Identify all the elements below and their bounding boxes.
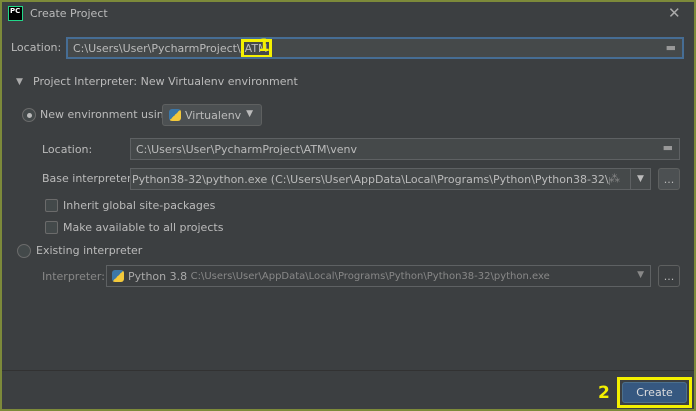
new-env-radio[interactable] [22,108,36,122]
loading-spinner-icon: ⁂ [609,172,620,185]
folder-icon[interactable]: ▬ [663,141,673,154]
python-icon [112,270,124,282]
existing-interpreter-radio[interactable] [17,244,31,258]
create-button[interactable]: Create [622,382,687,403]
base-interpreter-value: Python38-32\python.exe (C:\Users\User\Ap… [132,172,610,186]
existing-interpreter-label: Existing interpreter [36,244,143,257]
venv-location-input[interactable]: C:\Users\User\PycharmProject\ATM\venv ▬ [130,138,680,160]
annotation-2: 2 [598,383,610,403]
interpreter-label: Interpreter: [42,270,105,283]
interpreter-path: C:\Users\User\AppData\Local\Programs\Pyt… [190,270,550,282]
venv-location-value: C:\Users\User\PycharmProject\ATM\venv [136,142,358,156]
available-label: Make available to all projects [63,221,224,234]
env-tool-dropdown[interactable]: Virtualenv ▼ [162,104,262,126]
new-env-label: New environment using [40,108,171,121]
inherit-checkbox[interactable] [45,199,58,212]
python-icon [169,109,181,121]
chevron-down-icon[interactable]: ▼ [630,169,650,189]
chevron-down-icon: ▼ [637,270,644,280]
base-interpreter-select[interactable]: Python38-32\python.exe (C:\Users\User\Ap… [130,168,651,190]
chevron-down-icon: ▼ [246,109,253,119]
section-title[interactable]: Project Interpreter: New Virtualenv envi… [33,75,298,88]
inherit-label: Inherit global site-packages [63,199,216,212]
location-label: Location: [11,41,62,54]
base-interpreter-browse-button[interactable]: ... [658,168,680,190]
footer-divider [2,370,694,371]
collapse-triangle-icon[interactable]: ▼ [16,77,23,87]
close-icon[interactable]: ✕ [668,4,681,22]
interpreter-select[interactable]: Python 3.8 C:\Users\User\AppData\Local\P… [106,265,651,287]
venv-location-label: Location: [42,143,93,156]
folder-icon[interactable]: ▬ [666,41,676,54]
location-prefix: C:\Users\User\PycharmProject\ [73,41,241,55]
pycharm-logo: PC [8,6,23,21]
env-tool-value: Virtualenv [185,108,242,122]
window-title: Create Project [30,7,108,20]
available-checkbox[interactable] [45,221,58,234]
create-highlight: Create [617,377,692,408]
interpreter-browse-button[interactable]: ... [658,265,680,287]
title-bar: PC Create Project ✕ [0,0,696,28]
base-interpreter-label: Base interpreter: [42,172,136,185]
annotation-1: 1 [258,36,270,56]
interpreter-name: Python 3.8 [128,269,188,283]
location-input[interactable]: C:\Users\User\PycharmProject\ ATM ▬ [66,37,684,59]
